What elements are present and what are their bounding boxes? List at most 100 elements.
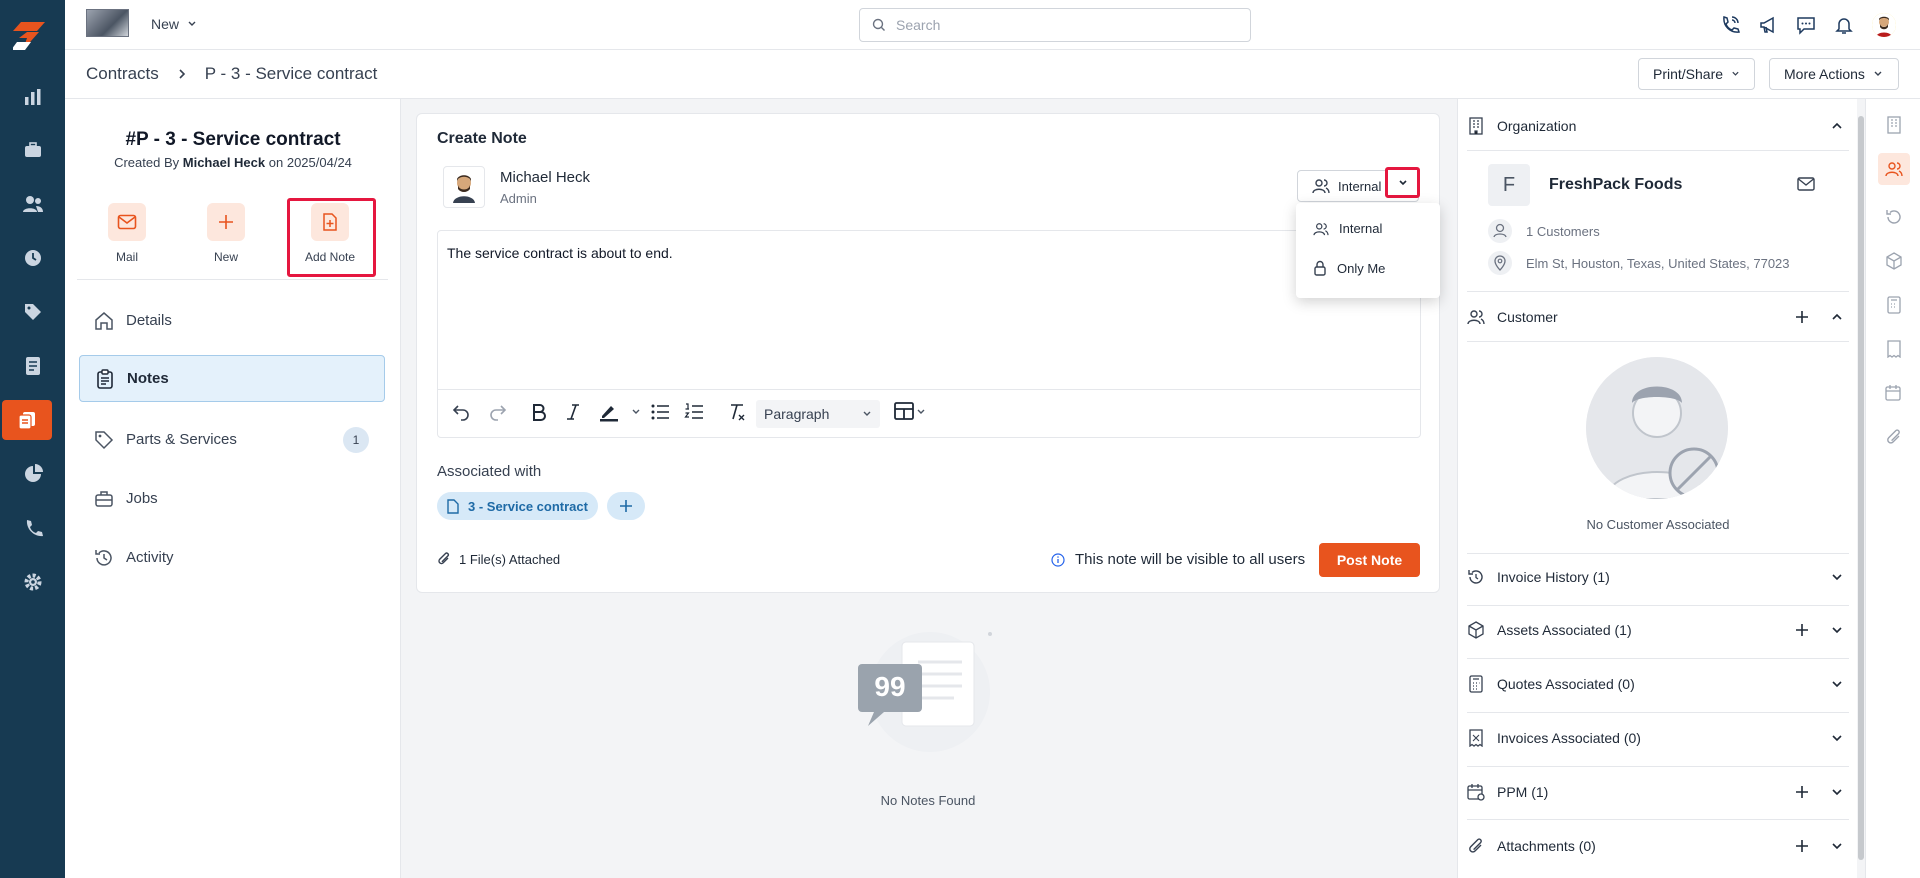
visibility-option-internal[interactable]: Internal	[1313, 221, 1382, 236]
info-icon	[1051, 552, 1065, 567]
attached-files-label: 1 File(s) Attached	[459, 551, 561, 567]
breadcrumb-contracts-link[interactable]: Contracts	[86, 64, 159, 84]
invoice-history-section[interactable]: Invoice History (1)	[1467, 568, 1849, 586]
users-icon	[1467, 310, 1485, 325]
visibility-option-only-me[interactable]: Only Me	[1313, 260, 1385, 276]
rail-paperclip-icon[interactable]	[1866, 421, 1920, 453]
rail-building-icon[interactable]	[1866, 109, 1920, 141]
note-body-text[interactable]: The service contract is about to end.	[447, 245, 673, 261]
chevron-up-icon[interactable]	[1831, 120, 1843, 132]
paperclip-icon	[438, 552, 450, 565]
company-logo-thumbnail[interactable]	[86, 9, 129, 37]
rail-calendar-icon[interactable]	[1866, 377, 1920, 409]
highlight-color-icon[interactable]	[598, 402, 620, 422]
global-search[interactable]	[859, 8, 1251, 42]
chat-icon[interactable]	[1796, 15, 1816, 35]
new-action[interactable]: New	[191, 203, 261, 264]
menu-notes[interactable]: Notes	[79, 355, 385, 402]
chevron-down-icon[interactable]	[1831, 786, 1843, 798]
redo-icon[interactable]	[488, 402, 508, 422]
chevron-down-icon	[863, 411, 871, 416]
search-input[interactable]	[896, 17, 1226, 33]
rail-cube-icon[interactable]	[1866, 245, 1920, 277]
calculator-icon	[1469, 675, 1483, 693]
new-dropdown[interactable]: New	[151, 16, 197, 32]
plus-icon[interactable]	[1795, 785, 1809, 799]
chevron-up-icon[interactable]	[1831, 311, 1843, 323]
nav-contracts-icon[interactable]	[2, 400, 52, 440]
nav-tag-icon[interactable]	[0, 292, 65, 332]
customer-section-header[interactable]: Customer	[1467, 309, 1849, 325]
megaphone-icon[interactable]	[1758, 15, 1778, 35]
italic-icon[interactable]	[565, 402, 581, 422]
plus-icon[interactable]	[1795, 839, 1809, 853]
editor-toolbar: Paragraph	[438, 389, 1420, 437]
nav-jobs-briefcase-icon[interactable]	[0, 130, 65, 170]
chevron-down-icon[interactable]	[1831, 624, 1843, 636]
right-panel-scrollbar[interactable]	[1857, 110, 1865, 868]
nav-phone-icon[interactable]	[0, 508, 65, 548]
nav-settings-gear-icon[interactable]	[0, 562, 65, 602]
top-bar: New	[65, 0, 1920, 50]
print-share-button[interactable]: Print/Share	[1638, 58, 1755, 90]
rail-invoice-history-icon[interactable]	[1866, 201, 1920, 233]
bold-icon[interactable]	[530, 402, 548, 422]
rail-users-icon[interactable]	[1878, 153, 1910, 185]
attached-files[interactable]: 1 File(s) Attached	[437, 551, 560, 567]
plus-icon[interactable]	[1795, 623, 1809, 637]
record-title: #P - 3 - Service contract	[125, 129, 341, 150]
table-icon[interactable]	[894, 402, 914, 420]
chevron-down-icon[interactable]	[1831, 840, 1843, 852]
bell-icon[interactable]	[1834, 15, 1854, 35]
post-note-button[interactable]: Post Note	[1319, 543, 1420, 577]
chevron-down-icon	[1874, 71, 1882, 76]
note-editor[interactable]: The service contract is about to end. Pa…	[437, 230, 1421, 438]
nav-schedule-clock-icon[interactable]	[0, 238, 65, 278]
no-notes-illustration: 99	[858, 632, 992, 752]
phone-call-icon[interactable]	[1720, 15, 1740, 35]
chevron-down-icon[interactable]	[631, 407, 641, 417]
chevron-down-icon[interactable]	[916, 407, 926, 417]
clear-formatting-icon[interactable]	[727, 402, 747, 422]
mail-action[interactable]: Mail	[92, 203, 162, 264]
app-logo[interactable]	[13, 20, 49, 52]
user-avatar[interactable]	[1872, 13, 1896, 37]
invoices-section[interactable]: Invoices Associated (0)	[1467, 729, 1849, 747]
users-icon	[1312, 179, 1330, 194]
rail-calculator-icon[interactable]	[1866, 289, 1920, 321]
add-association-button[interactable]	[607, 492, 645, 520]
menu-details[interactable]: Details	[79, 297, 385, 344]
chevron-down-icon[interactable]	[1831, 678, 1843, 690]
rail-receipt-icon[interactable]	[1866, 333, 1920, 365]
created-on-prefix: on	[268, 155, 284, 170]
nav-dashboard-icon[interactable]	[0, 77, 65, 117]
bullet-list-icon[interactable]	[650, 402, 670, 422]
attachments-section[interactable]: Attachments (0)	[1467, 837, 1849, 855]
menu-jobs[interactable]: Jobs	[79, 475, 385, 522]
numbered-list-icon[interactable]	[684, 402, 704, 422]
undo-icon[interactable]	[451, 402, 471, 422]
user-circle-icon	[1488, 219, 1512, 243]
more-actions-button[interactable]: More Actions	[1769, 58, 1899, 90]
ppm-section[interactable]: PPM (1)	[1467, 783, 1849, 801]
scrollbar-thumb[interactable]	[1858, 116, 1864, 860]
menu-activity[interactable]: Activity	[79, 534, 385, 581]
associated-with-label: Associated with	[437, 463, 542, 480]
org-name[interactable]: FreshPack Foods	[1549, 176, 1682, 194]
assets-section[interactable]: Assets Associated (1)	[1467, 621, 1849, 639]
visibility-caret-button[interactable]	[1385, 167, 1420, 198]
associated-chip[interactable]: 3 - Service contract	[437, 492, 598, 520]
mail-icon[interactable]	[1797, 177, 1815, 191]
paragraph-format-select[interactable]: Paragraph	[756, 400, 880, 428]
organization-section-header[interactable]: Organization	[1467, 117, 1849, 135]
plus-icon[interactable]	[1795, 310, 1809, 324]
nav-customers-icon[interactable]	[0, 184, 65, 224]
chevron-down-icon[interactable]	[1831, 732, 1843, 744]
add-note-highlight	[287, 198, 376, 277]
menu-parts-services[interactable]: Parts & Services 1	[79, 416, 385, 463]
nav-invoices-icon[interactable]	[0, 346, 65, 386]
quotes-section[interactable]: Quotes Associated (0)	[1467, 675, 1849, 693]
customers-count-text: 1 Customers	[1526, 223, 1600, 239]
chevron-down-icon[interactable]	[1831, 571, 1843, 583]
nav-reports-pie-icon[interactable]	[0, 454, 65, 494]
